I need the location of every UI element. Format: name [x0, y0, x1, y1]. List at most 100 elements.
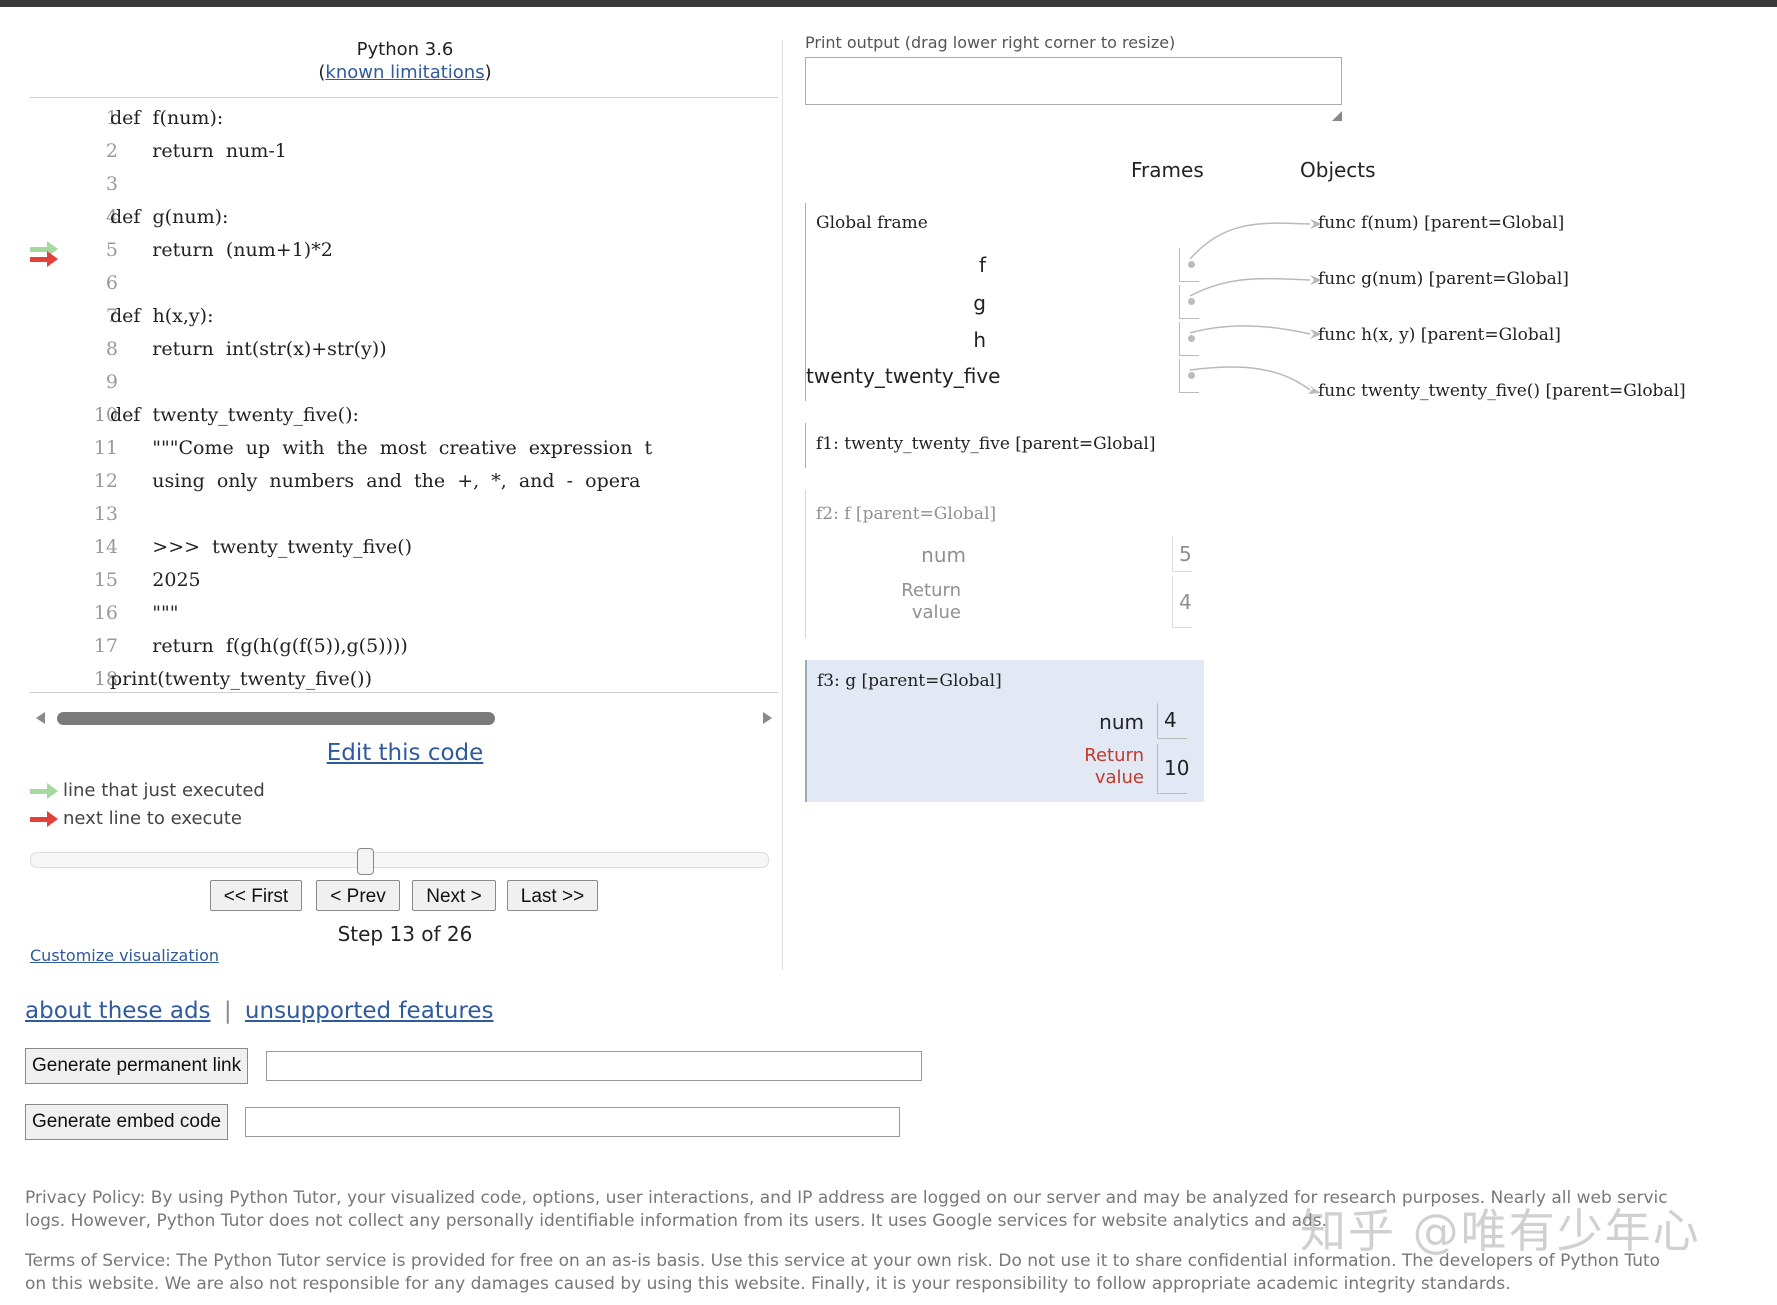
- last-button[interactable]: Last >>: [507, 880, 598, 911]
- arrow-f: [1189, 222, 1311, 260]
- f3-num-label: num: [1099, 710, 1144, 734]
- next-button[interactable]: Next >: [412, 880, 496, 911]
- watermark: 知乎 @唯有少年心: [1300, 1204, 1701, 1258]
- f3-return-value: 10: [1157, 744, 1189, 794]
- legend-just-executed: line that just executed: [30, 780, 330, 804]
- code-line: 14 >>> twenty_twenty_five(): [30, 531, 778, 564]
- global-var-g: g: [973, 291, 986, 315]
- object-func-twenty-twenty-five: func twenty_twenty_five() [parent=Global…: [1318, 381, 1686, 401]
- code-line: 11 """Come up with the most creative exp…: [30, 432, 778, 465]
- line-source: print(twenty_twenty_five()): [110, 668, 372, 690]
- arrow-g: [1189, 277, 1311, 297]
- frames-heading: Frames: [1131, 158, 1204, 182]
- code-top-divider: [30, 97, 778, 98]
- line-source: def h(x,y):: [110, 305, 214, 327]
- line-source: return int(str(x)+str(y)): [110, 338, 387, 360]
- code-line: 16 """: [30, 597, 778, 630]
- frame-f1: f1: twenty_twenty_five [parent=Global]: [805, 423, 1186, 468]
- language-header: Python 3.6 (known limitations): [30, 38, 780, 84]
- edit-code-link[interactable]: Edit this code: [30, 740, 780, 766]
- f2-num-value: 5: [1172, 536, 1192, 572]
- global-frame-title: Global frame: [816, 213, 928, 233]
- global-frame: Global frame f g h twenty_twenty_five: [805, 203, 1199, 401]
- code-line: 10 def twenty_twenty_five():: [30, 399, 778, 432]
- step-slider-track[interactable]: [30, 852, 769, 868]
- about-ads-link[interactable]: about these ads: [25, 998, 211, 1024]
- link-separator: |: [223, 998, 232, 1024]
- frame-f3: f3: g [parent=Global] num 4 Return value …: [805, 660, 1204, 802]
- frame-f2: f2: f [parent=Global] num 5 Return value …: [805, 490, 1192, 638]
- f3-return-label: Return value: [1084, 745, 1144, 788]
- line-source: def twenty_twenty_five():: [110, 404, 359, 426]
- f2-return-label: Return value: [901, 580, 961, 623]
- frame-f2-title: f2: f [parent=Global]: [816, 504, 997, 524]
- code-line: 4 def g(num):: [30, 201, 778, 234]
- code-display: 1 def f(num): 2 return num-1 3 4 def g(num): 5…: [30, 102, 778, 692]
- step-counter: Step 13 of 26: [337, 922, 473, 946]
- scroll-left-icon[interactable]: [36, 712, 45, 724]
- pane-divider: [782, 40, 783, 970]
- f2-num-label: num: [921, 543, 966, 567]
- code-line: 5 return (num+1)*2: [30, 234, 778, 267]
- code-line: 6: [30, 267, 778, 300]
- f2-return-value: 4: [1172, 576, 1192, 628]
- top-bar: [0, 0, 1777, 7]
- line-source: >>> twenty_twenty_five(): [110, 536, 413, 558]
- print-output-label: Print output (drag lower right corner to…: [805, 33, 1176, 52]
- language-label: Python 3.6: [356, 39, 454, 60]
- global-var-f: f: [978, 253, 986, 277]
- code-line: 15 2025: [30, 564, 778, 597]
- frame-f1-title: f1: twenty_twenty_five [parent=Global]: [816, 434, 1156, 454]
- first-button[interactable]: << First: [210, 880, 302, 911]
- embed-code-field[interactable]: [245, 1107, 900, 1137]
- generate-embed-button[interactable]: Generate embed code: [25, 1104, 229, 1140]
- step-slider-handle[interactable]: [357, 848, 374, 875]
- pointer-arrows: [1189, 219, 1322, 394]
- line-source: """: [110, 602, 179, 624]
- line-source: 2025: [110, 569, 201, 591]
- object-func-h: func h(x, y) [parent=Global]: [1318, 325, 1561, 345]
- global-var-twenty-twenty-five: twenty_twenty_five: [806, 364, 1001, 388]
- code-line: 1 def f(num):: [30, 102, 778, 135]
- code-line: 8 return int(str(x)+str(y)): [30, 333, 778, 366]
- permalink-field[interactable]: [266, 1051, 922, 1081]
- terms-line-2: on this website. We are also not respons…: [25, 1274, 1511, 1294]
- code-line: 3: [30, 168, 778, 201]
- line-source: return num-1: [110, 140, 287, 162]
- arrow-twenty-twenty-five: [1189, 366, 1311, 391]
- prev-button[interactable]: < Prev: [316, 880, 400, 911]
- scroll-right-icon[interactable]: [763, 712, 772, 724]
- code-line: 9: [30, 366, 778, 399]
- bottom-links: about these ads | unsupported features: [25, 998, 493, 1024]
- arrow-h: [1189, 325, 1311, 335]
- limitations-row: (known limitations): [318, 62, 492, 83]
- line-number: 3: [105, 173, 118, 195]
- line-source: using only numbers and the +, *, and - o…: [110, 470, 641, 492]
- line-source: return (num+1)*2: [110, 239, 333, 261]
- f3-num-value: 4: [1157, 703, 1187, 739]
- green-arrow-icon: [30, 783, 58, 799]
- line-number: 13: [93, 503, 118, 525]
- line-source: return f(g(h(g(f(5)),g(5)))): [110, 635, 408, 657]
- code-line: 13: [30, 498, 778, 531]
- code-horizontal-scrollbar[interactable]: [30, 705, 778, 731]
- resize-grip-icon[interactable]: [1332, 111, 1342, 121]
- code-bottom-divider: [30, 692, 778, 693]
- code-line: 7 def h(x,y):: [30, 300, 778, 333]
- customize-visualization-link[interactable]: Customize visualization: [30, 946, 219, 965]
- generate-permalink-button[interactable]: Generate permanent link: [25, 1048, 249, 1084]
- red-arrow-icon: [30, 811, 58, 827]
- frame-f3-title: f3: g [parent=Global]: [817, 671, 1002, 691]
- scrollbar-thumb[interactable]: [57, 712, 495, 725]
- object-func-f: func f(num) [parent=Global]: [1318, 213, 1565, 233]
- print-output-box[interactable]: [805, 57, 1342, 105]
- line-source: def g(num):: [110, 206, 229, 228]
- unsupported-features-link[interactable]: unsupported features: [245, 998, 494, 1024]
- code-line: 12 using only numbers and the +, *, and …: [30, 465, 778, 498]
- code-line: 17 return f(g(h(g(f(5)),g(5)))): [30, 630, 778, 663]
- line-number: 9: [105, 371, 118, 393]
- known-limitations-link[interactable]: known limitations: [325, 62, 484, 83]
- line-source: """Come up with the most creative expres…: [110, 437, 653, 459]
- legend-next-line: next line to execute: [30, 808, 330, 832]
- global-var-h: h: [973, 328, 986, 352]
